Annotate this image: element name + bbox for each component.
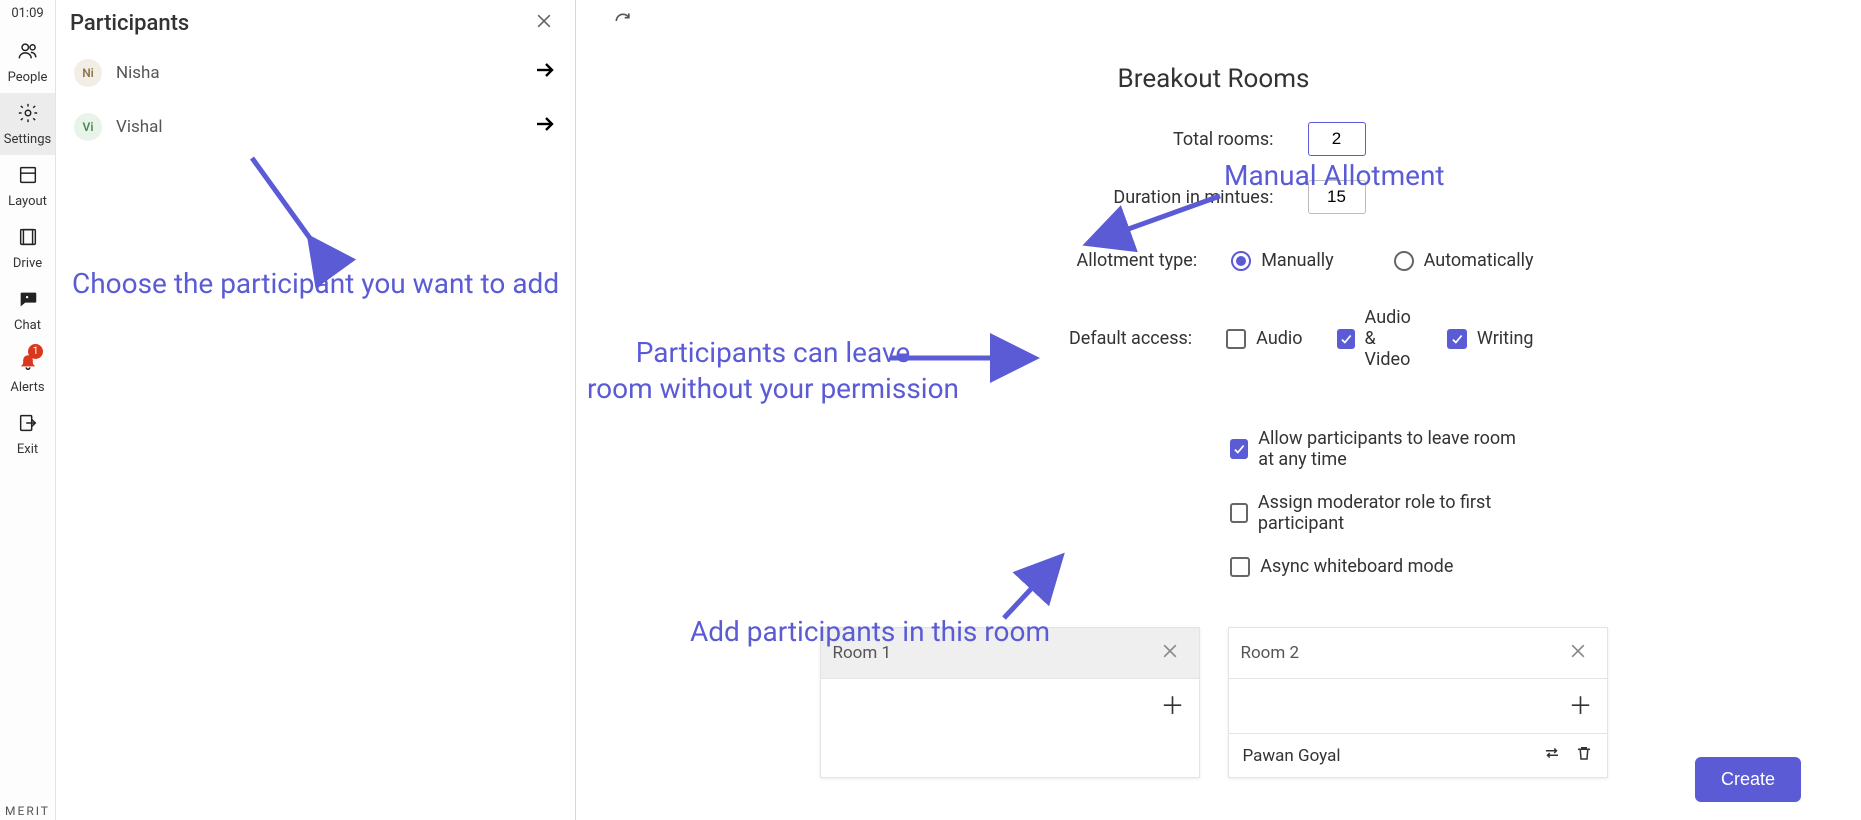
checkbox-label: Audio & Video (1365, 307, 1413, 370)
alerts-badge: 1 (28, 344, 43, 359)
participant-name: Vishal (116, 117, 519, 137)
checkbox-icon (1337, 329, 1355, 349)
participants-title: Participants (70, 11, 189, 36)
room-member-name: Pawan Goyal (1243, 746, 1341, 766)
page-title: Breakout Rooms (606, 64, 1821, 94)
assign-arrow-icon[interactable] (533, 112, 557, 142)
checkbox-icon (1230, 557, 1250, 577)
access-audio-checkbox[interactable]: Audio (1226, 328, 1302, 349)
sidebar-rail: 01:09 People Settings Layout Drive (0, 0, 56, 820)
assign-arrow-icon[interactable] (533, 58, 557, 88)
sidebar-item-people[interactable]: People (0, 31, 55, 93)
delete-member-button[interactable] (1575, 744, 1593, 767)
people-icon (17, 40, 39, 66)
room-card: Room 2 ＋ Pawan Goyal (1228, 627, 1608, 778)
swap-icon (1543, 747, 1561, 767)
checkbox-label: Allow participants to leave room at any … (1258, 428, 1533, 470)
option-moderator-checkbox[interactable]: Assign moderator role to first participa… (1230, 492, 1533, 534)
sidebar-item-label: Chat (14, 318, 41, 333)
room-add-participant-button[interactable]: ＋ (1569, 694, 1593, 718)
radio-label: Manually (1261, 250, 1333, 271)
duration-input[interactable] (1308, 180, 1366, 214)
drive-icon (17, 226, 39, 252)
participant-row[interactable]: Vi Vishal (56, 100, 575, 154)
radio-icon (1394, 251, 1414, 271)
sidebar-item-settings[interactable]: Settings (0, 93, 55, 155)
sidebar-item-chat[interactable]: Chat (0, 279, 55, 341)
allotment-manually-radio[interactable]: Manually (1231, 250, 1333, 271)
create-button[interactable]: Create (1695, 757, 1801, 802)
default-access-label: Default access: (894, 328, 1193, 349)
avatar: Vi (74, 113, 102, 141)
room-name: Room 1 (833, 643, 892, 663)
room-add-participant-button[interactable]: ＋ (1161, 694, 1185, 718)
option-whiteboard-checkbox[interactable]: Async whiteboard mode (1230, 556, 1453, 577)
sidebar-item-label: Drive (13, 256, 42, 271)
participants-panel: Participants Ni Nisha Vi Vishal (56, 0, 576, 820)
close-icon (1160, 641, 1180, 666)
refresh-button[interactable] (606, 6, 640, 40)
participant-name: Nisha (116, 63, 519, 83)
room-card: Room 1 ＋ (820, 627, 1200, 778)
sidebar-item-exit[interactable]: Exit (0, 403, 55, 465)
access-writing-checkbox[interactable]: Writing (1447, 328, 1534, 349)
access-audio-video-checkbox[interactable]: Audio & Video (1337, 307, 1413, 370)
trash-icon (1575, 747, 1593, 767)
duration-label: Duration in mintues: (894, 187, 1274, 208)
radio-label: Automatically (1424, 250, 1534, 271)
chat-icon (17, 288, 39, 314)
total-rooms-input[interactable] (1308, 122, 1366, 156)
sidebar-item-layout[interactable]: Layout (0, 155, 55, 217)
checkbox-label: Assign moderator role to first participa… (1258, 492, 1534, 534)
radio-icon (1231, 251, 1251, 271)
checkbox-label: Async whiteboard mode (1260, 556, 1453, 577)
checkbox-label: Audio (1256, 328, 1302, 349)
gear-icon (17, 102, 39, 128)
allotment-type-label: Allotment type: (894, 250, 1198, 271)
room-name: Room 2 (1241, 643, 1300, 663)
layout-icon (17, 164, 39, 190)
sidebar-item-drive[interactable]: Drive (0, 217, 55, 279)
room-remove-button[interactable] (1153, 636, 1187, 670)
sidebar-item-label: Alerts (10, 380, 44, 395)
swap-member-button[interactable] (1543, 744, 1561, 767)
checkbox-label: Writing (1477, 328, 1534, 349)
avatar: Ni (74, 59, 102, 87)
plus-icon: ＋ (1569, 692, 1593, 720)
total-rooms-label: Total rooms: (894, 129, 1274, 150)
sidebar-item-label: Exit (17, 442, 38, 457)
close-icon (534, 11, 554, 35)
sidebar-item-alerts[interactable]: 1 Alerts (0, 341, 55, 403)
sidebar-item-label: People (8, 70, 48, 85)
sidebar-item-label: Layout (8, 194, 47, 209)
room-member-row: Pawan Goyal (1229, 733, 1607, 777)
sidebar-item-label: Settings (4, 132, 51, 147)
checkbox-icon (1447, 329, 1467, 349)
close-icon (1568, 641, 1588, 666)
close-participants-button[interactable] (527, 6, 561, 40)
allotment-automatically-radio[interactable]: Automatically (1394, 250, 1534, 271)
refresh-icon (613, 11, 633, 35)
checkbox-icon (1230, 439, 1248, 459)
option-allow-leave-checkbox[interactable]: Allow participants to leave room at any … (1230, 428, 1533, 470)
exit-icon (17, 412, 39, 438)
room-remove-button[interactable] (1561, 636, 1595, 670)
checkbox-icon (1226, 329, 1246, 349)
checkbox-icon (1230, 503, 1248, 523)
call-timer: 01:09 (11, 0, 43, 31)
brand-logo: MERIT (5, 804, 50, 820)
plus-icon: ＋ (1161, 692, 1185, 720)
participant-row[interactable]: Ni Nisha (56, 46, 575, 100)
main-content: Breakout Rooms Total rooms: Duration in … (576, 0, 1861, 820)
